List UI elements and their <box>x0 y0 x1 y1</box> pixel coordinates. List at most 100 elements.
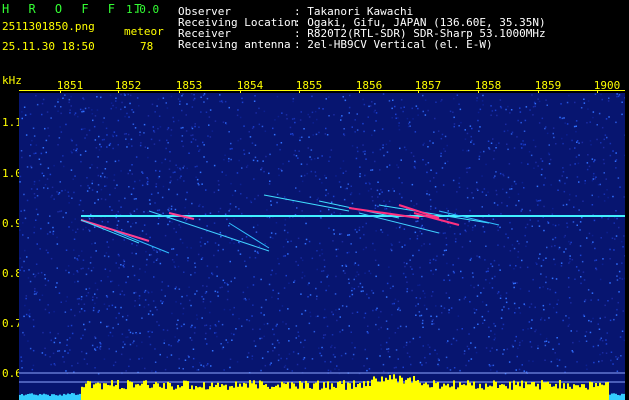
power-bar <box>37 395 39 400</box>
power-bar <box>385 377 387 400</box>
power-bar <box>391 379 393 400</box>
power-bar <box>163 383 165 400</box>
power-bar <box>597 386 599 400</box>
power-bar <box>483 389 485 400</box>
power-bar <box>293 383 295 400</box>
power-bar <box>199 386 201 400</box>
power-bar <box>101 389 103 400</box>
header-panel: H R O F F T 1.0.0 2511301850.png meteor … <box>0 0 629 72</box>
power-bar <box>547 381 549 400</box>
power-bar <box>541 380 543 400</box>
power-bar <box>395 378 397 400</box>
power-bar <box>91 388 93 400</box>
power-bar <box>545 382 547 400</box>
power-bar <box>195 386 197 400</box>
power-bar <box>231 386 233 400</box>
power-bar <box>491 386 493 400</box>
power-bar <box>183 380 185 400</box>
power-bar <box>343 380 345 400</box>
power-bar <box>159 386 161 400</box>
power-bar <box>157 383 159 400</box>
power-bar <box>401 377 403 400</box>
power-bar <box>95 383 97 400</box>
power-bar <box>595 383 597 400</box>
power-bar <box>389 375 391 400</box>
power-bar <box>505 386 507 400</box>
power-bar <box>99 383 101 400</box>
power-bar <box>165 388 167 400</box>
power-bar <box>225 384 227 400</box>
power-bar <box>301 382 303 400</box>
power-bar <box>553 386 555 400</box>
power-bar <box>55 395 57 400</box>
power-bar <box>447 383 449 400</box>
power-bar <box>509 381 511 400</box>
power-bar <box>423 383 425 400</box>
power-bar <box>415 380 417 400</box>
power-bar <box>205 389 207 400</box>
power-bar <box>455 389 457 400</box>
power-bar <box>513 380 515 400</box>
power-bar <box>315 382 317 400</box>
power-bar <box>515 384 517 400</box>
power-bar <box>35 394 37 400</box>
power-bar <box>109 385 111 400</box>
power-bar <box>463 384 465 400</box>
power-bar <box>263 385 265 400</box>
file-name: 2511301850.png <box>2 20 95 33</box>
power-bar <box>373 376 375 400</box>
power-bar <box>525 381 527 400</box>
power-bar <box>445 385 447 400</box>
y-axis-unit: kHz <box>2 74 22 87</box>
power-bar <box>43 393 45 400</box>
power-bar <box>61 395 63 400</box>
power-bar <box>103 383 105 400</box>
power-bar <box>459 382 461 400</box>
power-bar <box>615 393 617 400</box>
power-bar <box>413 376 415 400</box>
power-bar <box>435 383 437 400</box>
power-bar <box>571 388 573 400</box>
power-bar <box>27 394 29 400</box>
power-bar <box>437 382 439 400</box>
power-bar <box>197 387 199 400</box>
power-bar <box>359 383 361 400</box>
power-bar <box>451 386 453 400</box>
power-bar <box>411 382 413 400</box>
power-bar <box>19 394 21 400</box>
power-bar <box>135 384 137 400</box>
power-bar <box>469 382 471 400</box>
power-bar <box>565 389 567 400</box>
power-bar <box>351 388 353 400</box>
power-bar <box>269 388 271 400</box>
power-bar <box>321 388 323 400</box>
power-bar <box>171 386 173 400</box>
power-bar <box>259 380 261 400</box>
power-bar <box>377 381 379 400</box>
power-bar <box>589 381 591 400</box>
power-bar <box>549 383 551 400</box>
power-bar <box>207 389 209 400</box>
power-bar <box>585 387 587 400</box>
power-bar <box>123 388 125 400</box>
power-bar <box>75 394 77 400</box>
power-bar <box>217 382 219 400</box>
power-bar <box>241 386 243 400</box>
power-bar <box>575 385 577 400</box>
power-bar <box>419 382 421 400</box>
power-bar <box>433 380 435 400</box>
power-bar <box>89 381 91 400</box>
power-bar <box>607 382 609 400</box>
power-bar <box>279 387 281 400</box>
power-bar <box>345 389 347 400</box>
power-bar <box>155 381 157 400</box>
power-bar <box>237 386 239 400</box>
power-bar <box>439 388 441 400</box>
power-bar <box>559 380 561 400</box>
power-bar <box>117 380 119 400</box>
power-bar <box>523 388 525 400</box>
power-bar <box>175 388 177 400</box>
power-bar <box>367 380 369 400</box>
power-bar <box>191 385 193 400</box>
power-bar <box>333 386 335 400</box>
